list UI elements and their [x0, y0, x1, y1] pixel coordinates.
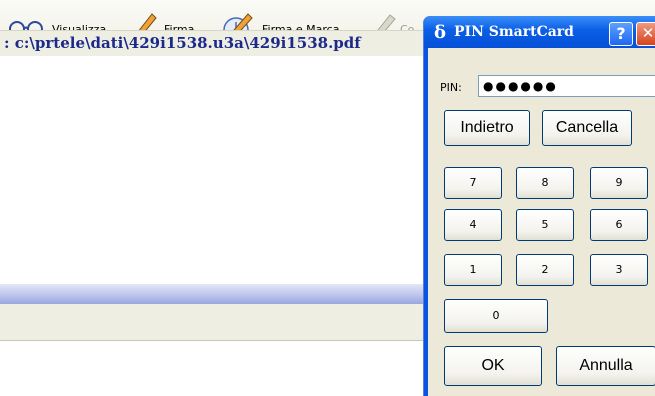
annulla-button[interactable]: Annulla [556, 346, 655, 386]
key-9[interactable]: 9 [590, 167, 648, 199]
panel-separator [0, 284, 432, 304]
dialog-body: PIN: ●●●●●● Indietro Cancella 7 8 9 4 5 … [428, 48, 655, 396]
key-4[interactable]: 4 [444, 209, 502, 241]
key-2[interactable]: 2 [516, 254, 574, 286]
dialog-title: PIN SmartCard [454, 24, 574, 40]
ok-button[interactable]: OK [444, 346, 542, 386]
pin-input[interactable]: ●●●●●● [478, 75, 655, 97]
cancella-button[interactable]: Cancella [542, 110, 632, 146]
key-8[interactable]: 8 [516, 167, 574, 199]
pin-dialog: δ PIN SmartCard ? ✕ PIN: ●●●●●● Indietro… [424, 16, 655, 396]
key-0[interactable]: 0 [444, 299, 548, 333]
app-icon: δ [434, 22, 447, 43]
help-button[interactable]: ? [609, 22, 633, 46]
document-area [0, 56, 432, 284]
indietro-button[interactable]: Indietro [444, 110, 530, 146]
close-button[interactable]: ✕ [636, 22, 655, 46]
key-6[interactable]: 6 [590, 209, 648, 241]
file-path: : c:\prtele\dati\429i1538.u3a\429i1538.p… [4, 34, 361, 52]
key-7[interactable]: 7 [444, 167, 502, 199]
status-strip [0, 304, 432, 341]
key-3[interactable]: 3 [590, 254, 648, 286]
key-1[interactable]: 1 [444, 254, 502, 286]
key-5[interactable]: 5 [516, 209, 574, 241]
pin-label: PIN: [440, 81, 462, 94]
dialog-titlebar[interactable]: δ PIN SmartCard ? ✕ [424, 16, 655, 48]
lower-panel [0, 341, 432, 383]
